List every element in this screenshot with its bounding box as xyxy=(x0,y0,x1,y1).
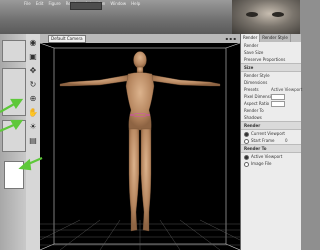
face-thumbnail xyxy=(232,0,300,34)
ground-grid xyxy=(40,219,240,250)
radio-image-file[interactable] xyxy=(244,161,249,167)
row-dimensions: Dimensions xyxy=(244,80,268,85)
camera-icon[interactable]: ▣ xyxy=(28,52,38,62)
library-folder-block[interactable] xyxy=(2,40,26,62)
tab-render-style[interactable]: Render Style xyxy=(260,34,291,42)
tab-render[interactable]: Render xyxy=(241,34,261,42)
menu-help[interactable]: Help xyxy=(131,1,140,6)
row-image-file[interactable]: Image File xyxy=(241,160,301,167)
render-settings-panel: Render Render Style Render Save Size Pre… xyxy=(240,34,302,250)
pixel-dimensions-field[interactable] xyxy=(271,93,285,100)
radio-start-frame[interactable] xyxy=(244,138,249,144)
human-figure[interactable] xyxy=(59,51,221,232)
rotate-icon[interactable]: ↻ xyxy=(28,80,38,90)
start-frame-label: Start Frame xyxy=(251,138,275,143)
row-shadows: Shadows xyxy=(244,115,262,120)
content-library-panel xyxy=(0,34,26,250)
move-icon[interactable]: ✥ xyxy=(28,66,38,76)
image-file-label: Image File xyxy=(251,161,272,166)
presets-value[interactable]: Active Viewport xyxy=(271,86,302,93)
aspect-ratio-label: Aspect Ratio xyxy=(244,101,270,106)
menu-figure[interactable]: Figure xyxy=(48,1,60,6)
panel-tabs: Render Render Style xyxy=(241,34,301,42)
viewport-options-icon[interactable]: ▪ ▪ ▪ xyxy=(225,36,236,41)
library-props-block[interactable] xyxy=(2,120,26,152)
library-list-block[interactable] xyxy=(2,68,26,116)
row-render: Render xyxy=(244,43,259,48)
eye-left xyxy=(246,12,258,17)
row-save-size: Save Size xyxy=(244,50,264,55)
viewport-tool-strip: ◉ ▣ ✥ ↻ ⊕ ✋ ☀ ▤ xyxy=(26,34,41,250)
camera-dropdown[interactable]: Default Camera xyxy=(48,35,86,43)
document-tab[interactable] xyxy=(70,2,102,10)
row-preserve: Preserve Proportions xyxy=(244,57,286,62)
row-aspect-ratio: Aspect Ratio xyxy=(241,100,301,107)
render-icon[interactable]: ▤ xyxy=(28,136,38,146)
viewport-scene xyxy=(40,42,240,250)
start-frame-field[interactable]: 0 xyxy=(285,137,288,144)
light-icon[interactable]: ☀ xyxy=(28,122,38,132)
eye-right xyxy=(272,12,284,17)
radio-current-viewport[interactable] xyxy=(244,131,249,137)
preview-thumbnail[interactable] xyxy=(4,161,24,189)
menu-file[interactable]: File xyxy=(24,1,31,6)
current-viewport-label: Current Viewport xyxy=(251,131,285,136)
menu-edit[interactable]: Edit xyxy=(36,1,44,6)
presets-label: Presets xyxy=(244,87,259,92)
menu-window[interactable]: Window xyxy=(110,1,126,6)
radio-active-viewport[interactable] xyxy=(244,154,249,160)
aspect-ratio-field[interactable] xyxy=(271,100,285,107)
row-render-header: Render xyxy=(241,121,301,130)
active-viewport-label: Active Viewport xyxy=(251,154,283,159)
row-current-viewport[interactable]: Current Viewport xyxy=(241,130,301,137)
viewport-header: Default Camera ▪ ▪ ▪ xyxy=(40,34,240,43)
3d-viewport[interactable]: Default Camera ▪ ▪ ▪ xyxy=(40,34,240,250)
application-toolbar: File Edit Figure Render Animation Window… xyxy=(0,0,300,34)
row-render-style: Render Style xyxy=(244,73,270,78)
row-start-frame: Start Frame 0 xyxy=(241,137,301,144)
row-render-to-header: Render To xyxy=(241,144,301,153)
row-presets: Presets Active Viewport xyxy=(241,86,302,93)
eye-icon[interactable]: ◉ xyxy=(28,38,38,48)
row-render-to: Render To xyxy=(244,108,264,113)
row-pixel-dimensions: Pixel Dimensions xyxy=(241,93,301,100)
zoom-icon[interactable]: ⊕ xyxy=(28,94,38,104)
row-size: Size xyxy=(241,63,301,72)
pan-icon[interactable]: ✋ xyxy=(28,108,38,118)
row-active-viewport[interactable]: Active Viewport xyxy=(241,153,301,160)
